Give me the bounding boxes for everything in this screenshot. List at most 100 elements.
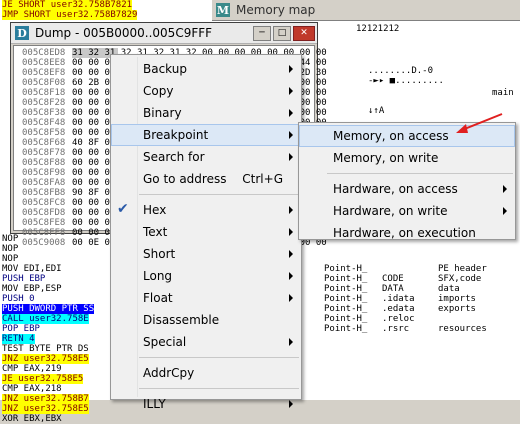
minimize-button[interactable]: ─ [253,25,271,41]
disasm-line[interactable]: XOR EBX,EBX [2,414,114,424]
menu-item-label: Copy [143,84,174,98]
menu-item-label: Memory, on write [333,151,439,165]
submenu-arrow-icon [289,109,293,117]
disasm-line[interactable]: RETN 4 [2,334,114,344]
disasm-instruction: NOP [2,254,19,264]
submenu-arrow-icon [289,87,293,95]
close-button[interactable]: ✕ [293,25,315,41]
dump-address: 005C8FB8 [22,188,66,198]
memory-map-row[interactable]: Point-H_ .reloc [324,314,520,324]
dump-address: 005C8F38 [22,108,66,118]
maximize-button[interactable]: □ [273,25,291,41]
submenu-item-hardware-on-write[interactable]: Hardware, on write [299,200,515,222]
disasm-line[interactable]: MOV EDI,EDI [2,264,114,274]
memory-map-cell: .edata [382,304,415,314]
dump-ascii-rows: ........D.-0 -►▸ ■......... ↓↑A [368,66,444,116]
menu-item-label: Long [143,269,173,283]
menu-item-addrcpy[interactable]: AddrCpy [111,362,301,384]
minimize-icon: ─ [259,28,265,38]
submenu-arrow-icon [289,272,293,280]
menu-item-label: Binary [143,106,182,120]
menu-item-backup[interactable]: Backup [111,58,301,80]
memory-map-cell: exports [438,304,476,314]
menu-item-copy[interactable]: Copy [111,80,301,102]
memory-map-row[interactable]: Point-H_ CODE SFX,code [324,274,520,284]
disasm-line[interactable]: CMP EAX,218 [2,384,114,394]
memory-map-logo-icon: M [216,3,230,17]
menu-item-short[interactable]: Short [111,243,301,265]
disasm-instruction: XOR EBX,EBX [2,414,62,424]
menu-item-label: Special [143,335,187,349]
memory-map-row[interactable]: Point-H_ .rsrc resources [324,324,520,334]
disasm-instruction: CALL user32.758E [2,314,89,324]
disasm-bottom-lines: NOP NOP NOP MOV EDI,EDI PUSH EBP MOV EBP,ESP P… [2,234,114,424]
disasm-line[interactable]: CALL user32.758E [2,314,114,324]
memory-map-cell: Point-H_ [324,284,368,294]
dump-address: 005C8FE8 [22,218,66,228]
menu-item-illy[interactable]: ILLY [111,393,301,415]
disasm-line[interactable]: POP EBP [2,324,114,334]
menu-item-go-to-address[interactable]: Go to address Ctrl+G [111,168,301,190]
disasm-line[interactable]: PUSH DWORD PTR SS [2,304,114,314]
disasm-line[interactable]: PUSH 0 [2,294,114,304]
disasm-top-lines: JE SHORT user32.758B7821 JMP SHORT user32… [2,0,210,20]
menu-item-special[interactable]: Special [111,331,301,353]
disasm-line[interactable]: MOV EBP,ESP [2,284,114,294]
dump-address: 005C8F18 [22,88,66,98]
dump-title: Dump - 005B0000..005C9FFF [35,26,213,40]
submenu-item-hardware-on-execution[interactable]: Hardware, on execution [299,222,515,244]
annotation-arrow-icon [456,113,503,133]
submenu-item-hardware-on-access[interactable]: Hardware, on access [299,178,515,200]
dump-address: 005C8FC8 [22,198,66,208]
memory-map-cell: .idata [382,294,415,304]
dump-address: 005C8FF8 [22,228,66,238]
dump-ascii-line [368,86,444,96]
memory-map-row[interactable]: Point-H_ DATA data [324,284,520,294]
menu-item-long[interactable]: Long [111,265,301,287]
disasm-line[interactable]: NOP [2,254,114,264]
breakpoint-submenu[interactable]: Memory, on access Memory, on write Hardw… [298,122,516,240]
menu-item-disassemble[interactable]: Disassemble [111,309,301,331]
menu-item-breakpoint[interactable]: Breakpoint [111,124,301,146]
disasm-line[interactable]: JNZ user32.758E5 [2,354,114,364]
menu-item-float[interactable]: Float [111,287,301,309]
disasm-instruction: PUSH 0 [2,294,35,304]
submenu-arrow-icon [289,206,293,214]
disasm-instruction: MOV EDI,EDI [2,264,62,274]
disasm-line[interactable]: CMP EAX,219 [2,364,114,374]
menu-item-search-for[interactable]: Search for [111,146,301,168]
memory-map-cell: Point-H_ [324,264,368,274]
disasm-line[interactable]: PUSH EBP [2,274,114,284]
disasm-instruction: JNZ user32.758E5 [2,404,89,414]
disasm-line[interactable]: TEST BYTE PTR DS [2,344,114,354]
dump-address: 005C8FD8 [22,208,66,218]
submenu-arrow-icon [289,65,293,73]
memory-map-cell: PE header [438,264,487,274]
disasm-line[interactable]: JNZ user32.758E5 [2,404,114,414]
submenu-item-memory-on-write[interactable]: Memory, on write [299,147,515,169]
disasm-line[interactable]: JMP SHORT user32.758B7829 [2,10,210,20]
disasm-line[interactable]: JE SHORT user32.758B7821 [2,0,210,10]
memory-map-row[interactable]: Point-H_ PE header [324,264,520,274]
memory-map-cell: CODE [382,274,404,284]
memory-map-titlebar[interactable]: M Memory map [212,0,520,21]
dump-address: 005C9008 [22,238,66,248]
memory-map-cell [438,314,520,324]
disasm-line[interactable]: JNZ user32.758B7 [2,394,114,404]
memory-map-cell: imports [438,294,476,304]
memory-map-cell: Point-H_ [324,314,368,324]
memory-map-cell: Point-H_ [324,274,368,284]
menu-shortcut: Ctrl+G [242,172,283,186]
context-menu[interactable]: Backup Copy Binary Breakpoint Search for… [110,54,302,411]
submenu-arrow-icon [503,207,507,215]
dump-ascii-line: ........D.-0 [368,66,434,76]
disasm-line[interactable]: JE user32.758E5 [2,374,114,384]
menu-item-text[interactable]: Text [111,221,301,243]
dump-titlebar[interactable]: D Dump - 005B0000..005C9FFF ─ □ ✕ [11,23,317,44]
menu-item-binary[interactable]: Binary [111,102,301,124]
menu-item-label: AddrCpy [143,366,195,380]
menu-item-hex[interactable]: ✔ Hex [111,199,301,221]
memory-map-row[interactable]: Point-H_ .idata imports [324,294,520,304]
memory-map-row[interactable]: Point-H_ .edata exports [324,304,520,314]
submenu-arrow-icon [503,185,507,193]
